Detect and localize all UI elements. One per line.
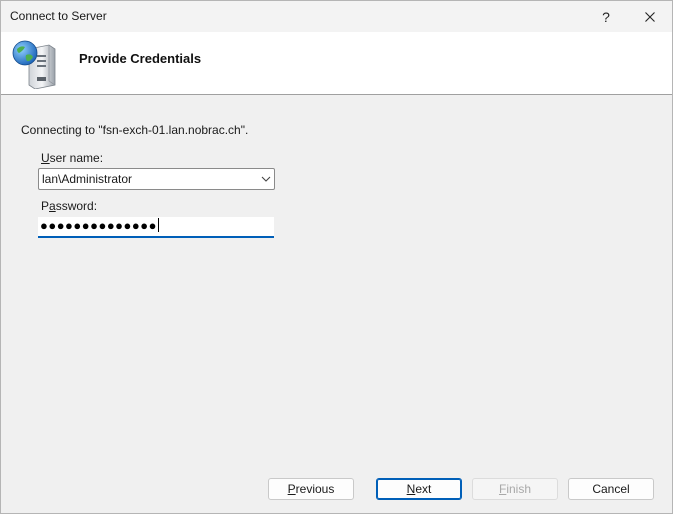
password-input[interactable]: ●●●●●●●●●●●●●●	[38, 217, 274, 238]
cancel-button[interactable]: Cancel	[568, 478, 654, 500]
password-dots: ●●●●●●●●●●●●●●	[40, 218, 157, 233]
previous-accesskey: P	[287, 482, 296, 496]
server-globe-icon	[12, 40, 56, 89]
next-accesskey: N	[406, 482, 416, 496]
password-label-accesskey: a	[49, 199, 56, 213]
finish-button: Finish	[472, 478, 558, 500]
password-label-rest: ssword:	[55, 199, 98, 213]
next-label: ext	[415, 482, 432, 496]
username-label-rest: ser name:	[49, 151, 104, 165]
connect-to-server-dialog: Connect to Server ? Provide Credentials …	[0, 0, 673, 514]
password-mask: ●●●●●●●●●●●●●●	[40, 218, 159, 233]
window-title: Connect to Server	[10, 9, 107, 23]
finish-label: inish	[506, 482, 532, 496]
help-icon: ?	[602, 8, 610, 25]
next-button[interactable]: Next	[376, 478, 462, 500]
username-label: User name:	[41, 151, 103, 165]
page-title: Provide Credentials	[79, 51, 202, 66]
password-label: Password:	[41, 199, 97, 213]
close-button[interactable]	[628, 1, 672, 32]
title-bar[interactable]: Connect to Server ?	[1, 1, 672, 32]
chevron-down-icon[interactable]	[261, 174, 271, 184]
text-caret	[157, 218, 159, 232]
username-label-accesskey: U	[41, 151, 50, 165]
username-value: lan\Administrator	[42, 172, 133, 186]
wizard-header: Provide Credentials	[1, 32, 672, 95]
help-button[interactable]: ?	[584, 1, 628, 32]
connecting-text: Connecting to "fsn-exch-01.lan.nobrac.ch…	[21, 123, 249, 137]
previous-label: revious	[295, 482, 335, 496]
finish-accesskey: F	[498, 482, 507, 496]
password-label-pre: P	[41, 199, 50, 213]
close-icon	[645, 11, 655, 22]
username-combobox[interactable]: lan\Administrator	[38, 168, 275, 190]
previous-button[interactable]: Previous	[268, 478, 354, 500]
